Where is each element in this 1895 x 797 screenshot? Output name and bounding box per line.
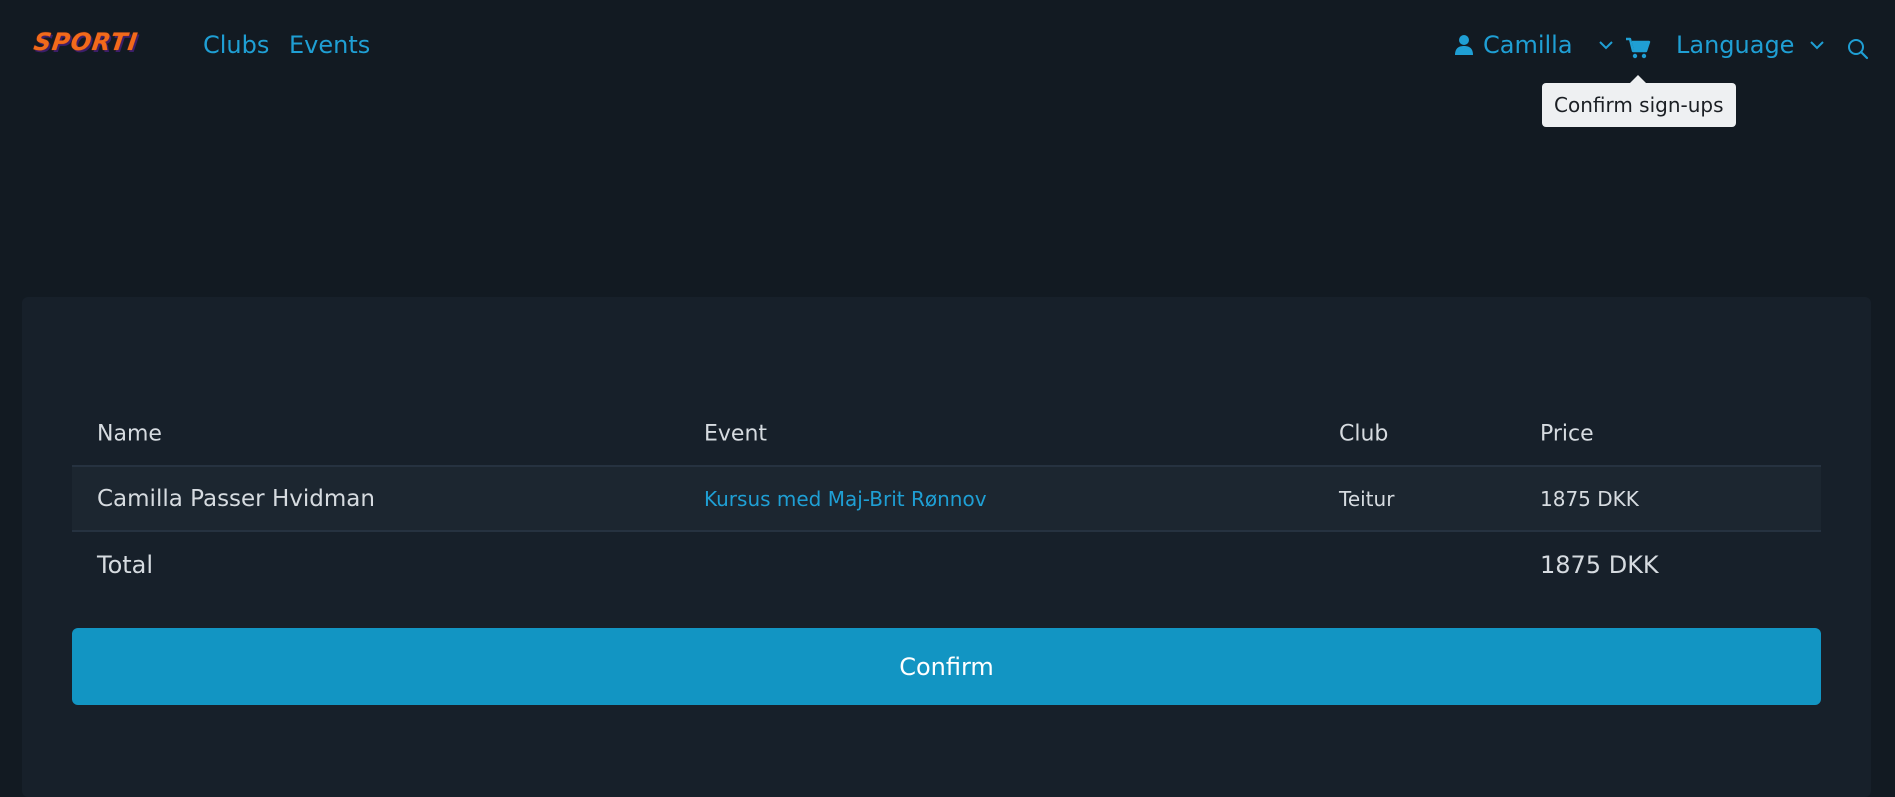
- language-label: Language: [1676, 31, 1795, 59]
- total-price: 1875 DKK: [1540, 550, 1659, 579]
- user-menu-dropdown[interactable]: Camilla: [1455, 31, 1615, 59]
- column-header-name: Name: [97, 421, 162, 447]
- signups-table: Name Event Club Price Camilla Passer Hvi…: [72, 403, 1821, 597]
- chevron-down-icon: [1598, 41, 1613, 50]
- total-row: Total 1875 DKK: [72, 532, 1821, 597]
- signup-club: Teitur: [1339, 486, 1395, 511]
- user-icon: [1455, 35, 1473, 55]
- column-header-price: Price: [1540, 421, 1594, 447]
- table-header-row: Name Event Club Price: [72, 403, 1821, 467]
- top-navbar: SPORTI Clubs Events Camilla Language Con…: [0, 0, 1895, 127]
- cart-tooltip: Confirm sign-ups: [1542, 75, 1736, 127]
- column-header-event: Event: [704, 421, 768, 447]
- search-icon[interactable]: [1846, 37, 1870, 61]
- sporti-logo[interactable]: SPORTI: [32, 28, 140, 56]
- chevron-down-icon: [1810, 41, 1825, 50]
- signup-card: Name Event Club Price Camilla Passer Hvi…: [22, 297, 1871, 797]
- total-label: Total: [97, 550, 154, 579]
- signup-name: Camilla Passer Hvidman: [97, 485, 375, 512]
- cart-icon[interactable]: [1625, 36, 1651, 60]
- column-header-club: Club: [1339, 421, 1389, 447]
- event-link[interactable]: Kursus med Maj-Brit Rønnov: [704, 487, 987, 511]
- user-menu-label: Camilla: [1483, 31, 1573, 59]
- language-dropdown[interactable]: Language: [1676, 31, 1826, 59]
- confirm-button[interactable]: Confirm: [72, 628, 1821, 705]
- nav-link-clubs[interactable]: Clubs: [203, 31, 269, 59]
- signup-price: 1875 DKK: [1540, 486, 1639, 511]
- table-row: Camilla Passer Hvidman Kursus med Maj-Br…: [72, 467, 1821, 532]
- nav-link-events[interactable]: Events: [289, 31, 370, 59]
